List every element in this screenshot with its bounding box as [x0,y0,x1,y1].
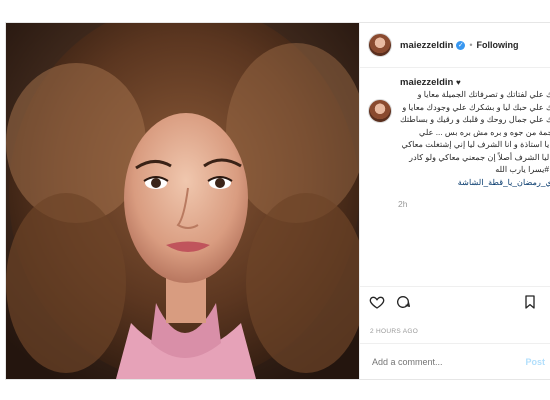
bookmark-icon [525,295,535,309]
action-bar [360,286,550,317]
caption-line: واحد . #يسرا يارب الله [495,165,550,174]
caption-line: بشكرك علي لفتاتك و تصرفاتك الجميلة معايا… [417,90,550,99]
caption-username-link[interactable]: maiezzeldin [400,77,453,88]
caption-username: maiezzeldin ♥ [400,77,550,88]
caption: maiezzeldin ♥ بشكرك علي لفتاتك و تصرفاتك… [368,77,550,189]
verified-badge-icon: ✓ [456,40,466,50]
post-header: maiezzeldin ✓ • Following [360,23,550,68]
black-heart-emoji-icon: ♥ [455,78,461,87]
heart-icon [369,296,385,309]
portrait-image [6,23,359,379]
like-button[interactable] [368,293,386,311]
post-photo[interactable] [6,23,359,379]
save-button[interactable] [521,293,539,311]
avatar[interactable] [368,33,392,57]
post-timestamp[interactable]: 2 HOURS AGO [370,328,418,335]
relative-time: 2h [398,199,408,209]
caption-line: بشكرك علي جمال روحك و قلبك و رقيك و بساط… [400,115,550,124]
caption-line: راسي يا استاذة و انا الشرف ليا إني إشتغل… [401,140,550,149]
hashtag-link[interactable]: #هتوري_رمضان_يا_قطة_الشاشة [400,177,550,190]
comment-input[interactable] [370,356,526,368]
caption-line: بشكرك علي حبك ليا و بشكرك علي وجودك معاي… [402,102,550,112]
post-side-panel: maiezzeldin ✓ • Following maiezzeldin ♥ … [359,23,550,379]
instagram-post: maiezzeldin ✓ • Following maiezzeldin ♥ … [5,22,550,380]
comment-button[interactable] [394,293,412,311]
caption-avatar[interactable] [368,99,392,123]
post-comment-button[interactable]: Post [525,357,545,367]
caption-body: maiezzeldin ♥ بشكرك علي لفتاتك و تصرفاتك… [400,77,550,189]
caption-line: انتي نجمة من جوه و بره مش بره بس ... علي [419,127,550,137]
comment-icon [397,296,410,308]
header-username[interactable]: maiezzeldin [400,40,453,51]
following-button[interactable]: Following [476,40,518,50]
caption-line: مرتين ليا الشرف أصلاً إن جمعني معاكي ولو… [409,152,550,162]
comments-area: maiezzeldin ♥ بشكرك علي لفتاتك و تصرفاتك… [360,71,550,209]
add-comment-bar: Post [360,343,550,380]
separator-dot: • [469,40,473,50]
caption-text: بشكرك علي لفتاتك و تصرفاتك الجميلة معايا… [400,89,550,189]
